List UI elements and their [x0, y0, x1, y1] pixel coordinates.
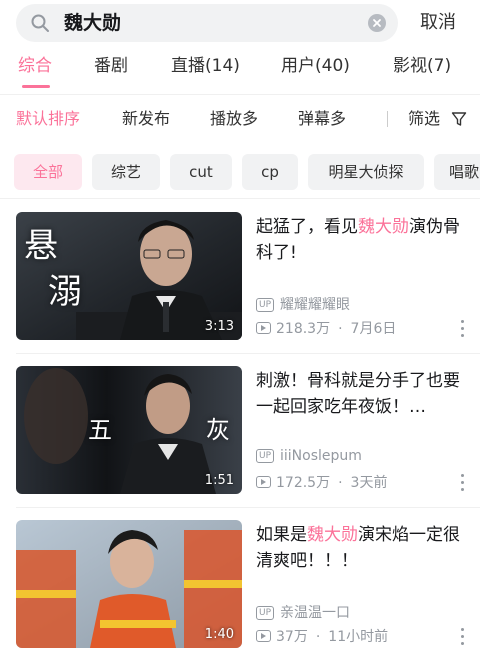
video-duration: 1:51 [204, 473, 234, 488]
chip-singing[interactable]: 唱歌 [434, 154, 480, 190]
category-chips: 全部 综艺 cut cp 明星大侦探 唱歌 [0, 152, 480, 192]
video-uploader[interactable]: UP iiiNoslepum [256, 448, 362, 464]
divider [0, 198, 480, 199]
result-tabs: 综合 番剧 直播(14) 用户(40) 影视(7) [0, 52, 480, 92]
chip-all[interactable]: 全部 [14, 154, 82, 190]
video-title[interactable]: 起猛了，看见魏大勋演伪骨科了! [256, 214, 468, 266]
tab-users[interactable]: 用户(40) [281, 52, 350, 80]
cancel-button[interactable]: 取消 [420, 4, 456, 42]
up-badge-icon: UP [256, 449, 275, 463]
chip-cut[interactable]: cut [170, 154, 232, 190]
sort-divider [387, 111, 388, 127]
sort-bar: 默认排序 新发布 播放多 弹幕多 筛选 [0, 94, 480, 144]
clear-icon[interactable] [368, 14, 386, 32]
search-input[interactable]: 魏大勋 [16, 4, 398, 42]
chip-variety[interactable]: 综艺 [92, 154, 160, 190]
video-thumbnail[interactable]: 五 灰 1:51 [16, 366, 242, 494]
tab-all[interactable]: 综合 [18, 52, 52, 80]
video-stats: 37万 · 11小时前 [256, 626, 388, 646]
video-thumbnail[interactable]: 1:40 [16, 520, 242, 648]
more-icon[interactable] [456, 626, 470, 646]
sort-default[interactable]: 默认排序 [16, 107, 80, 131]
thumbnail-caption: 悬 [24, 226, 58, 266]
video-stats: 218.3万 · 7月6日 [256, 318, 396, 338]
video-stats: 172.5万 · 3天前 [256, 472, 387, 492]
search-query[interactable]: 魏大勋 [64, 4, 121, 42]
tab-bangumi[interactable]: 番剧 [94, 52, 128, 80]
play-count-icon [256, 630, 271, 642]
thumbnail-caption: 五 [88, 416, 112, 444]
search-icon [31, 14, 49, 32]
tab-live[interactable]: 直播(14) [171, 52, 240, 80]
up-badge-icon: UP [256, 606, 275, 620]
filter-button[interactable]: 筛选 [408, 107, 440, 131]
video-duration: 1:40 [204, 627, 234, 642]
video-duration: 3:13 [204, 319, 234, 334]
more-icon[interactable] [456, 472, 470, 492]
sort-most-played[interactable]: 播放多 [210, 107, 258, 131]
sort-newest[interactable]: 新发布 [122, 107, 170, 131]
tab-film[interactable]: 影视(7) [393, 52, 451, 80]
thumbnail-caption: 灰 [206, 416, 230, 444]
up-badge-icon: UP [256, 298, 275, 312]
filter-icon[interactable] [451, 111, 467, 127]
keyword-highlight: 魏大勋 [358, 217, 409, 237]
video-card[interactable]: 1:40 如果是魏大勋演宋焰一定很清爽吧！！！ UP 亲温温一口 37万 · 11小时… [0, 520, 480, 652]
video-thumbnail[interactable]: 悬 溺 3:13 [16, 212, 242, 340]
chip-detective[interactable]: 明星大侦探 [308, 154, 424, 190]
search-bar: 魏大勋 取消 [0, 0, 480, 48]
video-uploader[interactable]: UP 亲温温一口 [256, 602, 350, 622]
active-tab-indicator [22, 85, 50, 88]
more-icon[interactable] [456, 318, 470, 338]
keyword-highlight: 魏大勋 [307, 525, 358, 545]
video-uploader[interactable]: UP 耀耀耀耀眼 [256, 294, 350, 314]
chip-cp[interactable]: cp [242, 154, 298, 190]
video-title[interactable]: 刺激！骨科就是分手了也要一起回家吃年夜饭！… [256, 368, 468, 420]
play-count-icon [256, 322, 271, 334]
divider [16, 507, 480, 508]
thumbnail-caption: 溺 [48, 272, 82, 312]
video-card[interactable]: 悬 溺 3:13 起猛了，看见魏大勋演伪骨科了! UP 耀耀耀耀眼 218.3万 ·… [0, 212, 480, 354]
play-count-icon [256, 476, 271, 488]
video-title[interactable]: 如果是魏大勋演宋焰一定很清爽吧！！！ [256, 522, 468, 574]
sort-most-danmaku[interactable]: 弹幕多 [298, 107, 346, 131]
video-card[interactable]: 五 灰 1:51 刺激！骨科就是分手了也要一起回家吃年夜饭！… UP iiiNos… [0, 366, 480, 508]
divider [16, 353, 480, 354]
